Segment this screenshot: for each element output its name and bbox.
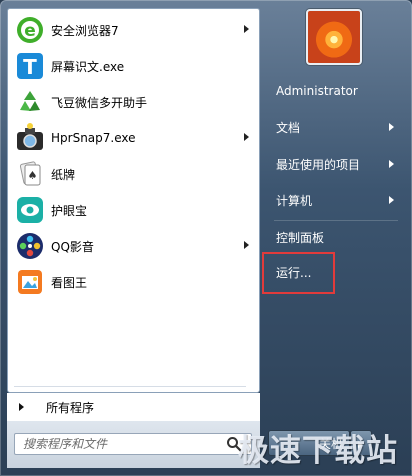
arrow-right-icon xyxy=(19,403,24,411)
program-label: 看图王 xyxy=(51,275,88,290)
program-item-browser[interactable]: e 安全浏览器7 xyxy=(12,13,257,47)
image-viewer-icon xyxy=(15,267,45,297)
all-programs-label: 所有程序 xyxy=(46,400,95,415)
submenu-arrow-icon xyxy=(244,241,249,249)
svg-text:T: T xyxy=(23,55,37,79)
divider xyxy=(14,386,246,387)
program-item-solitaire[interactable]: ♠ 纸牌 xyxy=(12,157,257,191)
right-item-control-panel[interactable]: 控制面板 xyxy=(268,224,404,250)
right-item-computer[interactable]: 计算机 xyxy=(268,187,404,213)
user-name: Administrator xyxy=(276,84,358,98)
right-item-label: 控制面板 xyxy=(276,230,325,245)
user-name-item[interactable]: Administrator xyxy=(268,78,404,104)
right-item-documents[interactable]: 文档 xyxy=(268,114,404,140)
program-label: 飞豆微信多开助手 xyxy=(51,95,148,110)
program-label: 护眼宝 xyxy=(51,203,88,218)
program-label: 安全浏览器7 xyxy=(51,23,119,38)
program-label: QQ影音 xyxy=(51,239,94,254)
submenu-arrow-icon xyxy=(389,196,394,204)
program-label: 屏幕识文.exe xyxy=(51,59,125,74)
program-item-qq-player[interactable]: QQ影音 xyxy=(12,229,257,263)
svg-text:♠: ♠ xyxy=(28,169,38,182)
all-programs-button[interactable]: 所有程序 xyxy=(7,395,260,419)
submenu-arrow-icon xyxy=(244,25,249,33)
right-item-label: 最近使用的项目 xyxy=(276,157,361,172)
program-label: 纸牌 xyxy=(51,167,76,182)
program-label: HprSnap7.exe xyxy=(51,131,136,145)
watermark: 极速下载站 xyxy=(238,433,398,469)
submenu-arrow-icon xyxy=(389,160,394,168)
film-reel-icon xyxy=(15,231,45,261)
program-list: e 安全浏览器7 T 屏幕识文.exe 飞豆微信多开助手 HprSnap7.ex… xyxy=(7,8,260,393)
submenu-arrow-icon xyxy=(244,133,249,141)
browser-e-icon: e xyxy=(15,15,45,45)
eye-icon xyxy=(15,195,45,225)
user-avatar[interactable] xyxy=(306,9,362,65)
recycle-icon xyxy=(15,87,45,117)
right-separator xyxy=(274,220,398,221)
cards-icon: ♠ xyxy=(15,159,45,189)
program-item-screen-ocr[interactable]: T 屏幕识文.exe xyxy=(12,49,257,83)
submenu-arrow-icon xyxy=(389,123,394,131)
t-letter-icon: T xyxy=(15,51,45,81)
svg-text:e: e xyxy=(24,21,36,41)
program-item-hprsnap[interactable]: HprSnap7.exe xyxy=(12,121,257,155)
program-item-wechat-helper[interactable]: 飞豆微信多开助手 xyxy=(12,85,257,119)
right-item-recent[interactable]: 最近使用的项目 xyxy=(268,151,404,177)
right-item-label: 文档 xyxy=(276,120,301,135)
search-input[interactable] xyxy=(14,433,252,455)
camera-icon xyxy=(15,123,45,153)
right-item-label: 计算机 xyxy=(276,193,313,208)
program-item-image-viewer[interactable]: 看图王 xyxy=(12,265,257,299)
highlight-box xyxy=(262,252,335,294)
program-item-eye-protect[interactable]: 护眼宝 xyxy=(12,193,257,227)
